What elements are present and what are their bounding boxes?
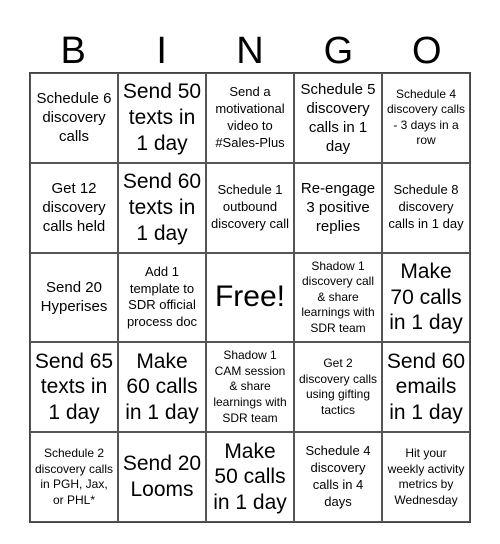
bingo-cell[interactable]: Shadow 1 discovery call & share learning… xyxy=(294,252,382,343)
bingo-cell[interactable]: Send a motivational video to #Sales-Plus xyxy=(206,73,294,163)
bingo-cell[interactable]: Re-engage 3 positive replies xyxy=(294,162,382,253)
bingo-cell[interactable]: Schedule 6 discovery calls xyxy=(30,73,118,163)
bingo-cell[interactable]: Schedule 2 discovery calls in PGH, Jax, … xyxy=(30,432,118,522)
bingo-cell[interactable]: Get 12 discovery calls held xyxy=(30,162,118,253)
header-letter-n: N xyxy=(236,30,264,72)
header-letter-o: O xyxy=(412,30,442,72)
bingo-cell[interactable]: Send 20 Hyperises xyxy=(30,252,118,343)
bingo-cell[interactable]: Shadow 1 CAM session & share learnings w… xyxy=(206,342,294,433)
bingo-cell[interactable]: Schedule 8 discovery calls in 1 day xyxy=(382,162,470,253)
bingo-cell[interactable]: Schedule 4 discovery calls in 4 days xyxy=(294,432,382,522)
bingo-cell[interactable]: Hit your weekly activity metrics by Wedn… xyxy=(382,432,470,522)
header-letter-g: G xyxy=(323,30,354,72)
bingo-cell[interactable]: Get 2 discovery calls using gifting tact… xyxy=(294,342,382,433)
bingo-header: B I N G O xyxy=(29,30,471,72)
header-letter-i: I xyxy=(156,30,167,72)
bingo-cell[interactable]: Send 60 texts in 1 day xyxy=(118,162,206,253)
bingo-cell[interactable]: Send 50 texts in 1 day xyxy=(118,73,206,163)
bingo-cell[interactable]: Make 70 calls in 1 day xyxy=(382,252,470,343)
bingo-cell[interactable]: Schedule 1 outbound discovery call xyxy=(206,162,294,253)
bingo-cell[interactable]: Make 60 calls in 1 day xyxy=(118,342,206,433)
bingo-cell[interactable]: Schedule 4 discovery calls - 3 days in a… xyxy=(382,73,470,163)
bingo-cell[interactable]: Send 60 emails in 1 day xyxy=(382,342,470,433)
bingo-cell[interactable]: Send 20 Looms xyxy=(118,432,206,522)
bingo-cell[interactable]: Schedule 5 discovery calls in 1 day xyxy=(294,73,382,163)
free-space-cell[interactable]: Free! xyxy=(206,252,294,343)
header-letter-b: B xyxy=(60,30,86,72)
bingo-grid: Schedule 6 discovery calls Send 50 texts… xyxy=(29,72,471,523)
bingo-cell[interactable]: Make 50 calls in 1 day xyxy=(206,432,294,522)
bingo-cell[interactable]: Add 1 template to SDR official process d… xyxy=(118,252,206,343)
bingo-cell[interactable]: Send 65 texts in 1 day xyxy=(30,342,118,433)
